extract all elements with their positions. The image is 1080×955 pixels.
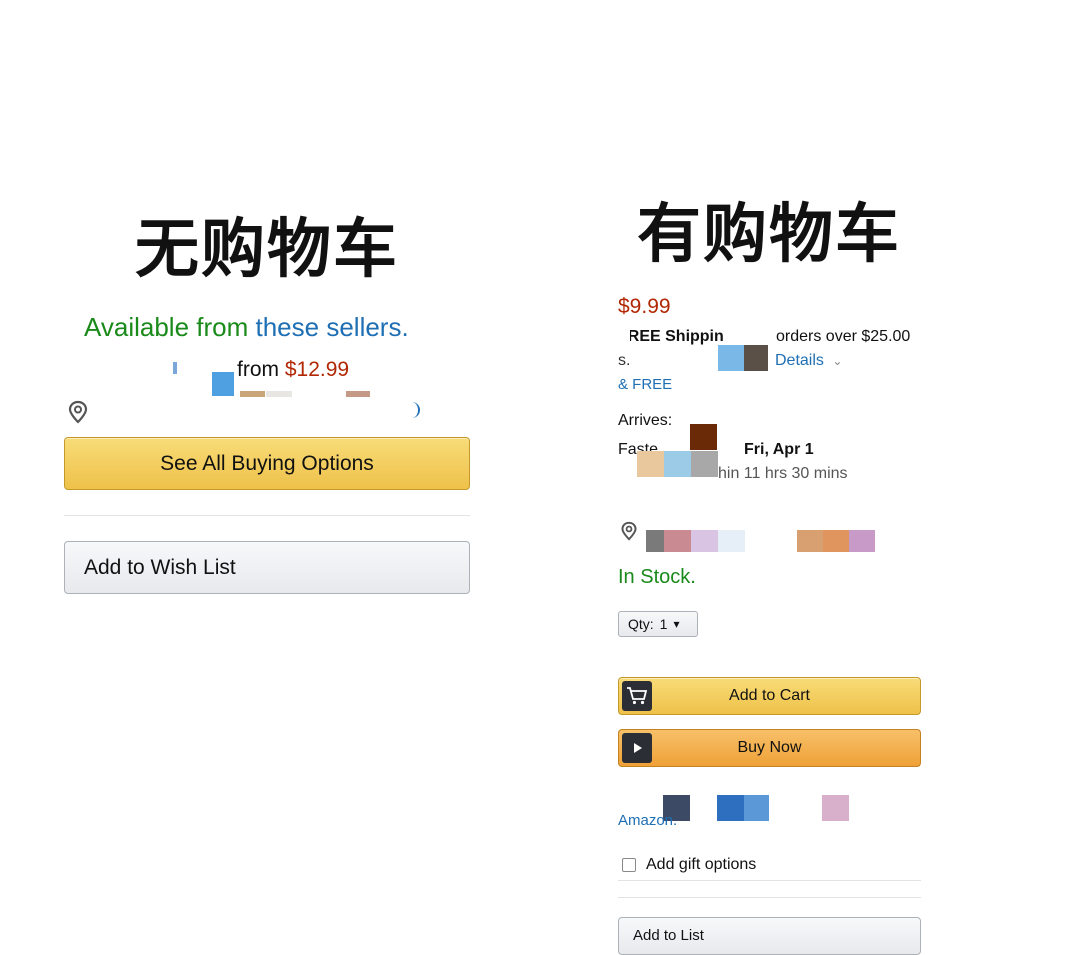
redacted-block [690, 424, 717, 450]
redacted-block [822, 795, 849, 821]
arrives-line: Arrives: [618, 412, 672, 430]
fastest-date: Fri, Apr 1 [744, 441, 814, 458]
play-icon [622, 733, 652, 763]
buy-now-button[interactable]: Buy Now [618, 729, 921, 767]
stock-status: In Stock. [618, 566, 696, 588]
see-all-buying-options-label: See All Buying Options [160, 451, 374, 475]
free-line: & FREE [618, 376, 672, 393]
redacted-block [664, 451, 691, 477]
details-link[interactable]: Details ⌄ [775, 352, 842, 370]
product-price: $9.99 [618, 295, 671, 318]
redacted-strip [266, 391, 292, 397]
redacted-block [823, 530, 849, 552]
add-to-list-label: Add to List [633, 927, 704, 944]
location-pin-icon[interactable] [67, 400, 89, 424]
redacted-block [744, 795, 769, 821]
redacted-mark [618, 330, 630, 344]
redacted-block [744, 345, 768, 371]
redacted-strip [346, 391, 370, 397]
redacted-block [797, 530, 823, 552]
shipping-line: FREE Shippin orders over $25.00 [618, 328, 918, 346]
redacted-block [637, 451, 664, 477]
add-to-wish-list-label: Add to Wish List [84, 555, 236, 579]
chevron-down-icon: ⌄ [832, 354, 843, 368]
gift-options-row[interactable]: Add gift options [622, 856, 756, 874]
redacted-block [849, 530, 875, 552]
redacted-block [718, 345, 746, 371]
free-shipping-text: FREE Shippin [618, 328, 724, 345]
free-amp-label: & FREE [618, 376, 673, 393]
availability-text: Available from these sellers. [84, 312, 409, 343]
redacted-block [718, 530, 745, 552]
arrives-label: Arrives: [618, 412, 673, 429]
redacted-block [664, 530, 691, 552]
from-label: from [237, 358, 285, 381]
redacted-mark [173, 362, 177, 374]
delivery-fragment: s. [618, 352, 631, 369]
shipping-threshold: orders over $25.00 [776, 328, 911, 345]
add-to-list-button[interactable]: Add to List [618, 917, 921, 955]
left-heading: 无购物车 [135, 212, 399, 287]
gift-options-label: Add gift options [646, 856, 757, 873]
location-pin-icon[interactable] [620, 521, 638, 541]
location-redacted-tail [410, 402, 420, 418]
quantity-select[interactable]: Qty: 1 ▾ [618, 611, 698, 637]
redacted-block [212, 372, 234, 396]
chevron-down-icon: ▾ [673, 617, 680, 631]
add-to-cart-label: Add to Cart [729, 687, 810, 704]
countdown-text: hin 11 hrs 30 mins [718, 465, 848, 482]
buy-now-label: Buy Now [737, 739, 802, 756]
details-label: Details [775, 352, 824, 369]
redacted-block [717, 795, 744, 821]
from-price: $12.99 [284, 358, 350, 381]
redacted-block [646, 530, 664, 552]
sold-by-amazon-link[interactable]: Amazon. [618, 812, 677, 829]
qty-label: Qty: [628, 616, 654, 632]
redacted-block [691, 530, 718, 552]
right-heading: 有购物车 [637, 197, 901, 272]
availability-prefix: Available from [84, 312, 256, 342]
divider [618, 897, 921, 898]
cart-icon [622, 681, 652, 711]
add-to-wish-list-button[interactable]: Add to Wish List [64, 541, 470, 594]
from-price-line: from $12.99 [237, 358, 349, 382]
qty-value: 1 [659, 616, 668, 632]
redacted-block [691, 451, 718, 477]
divider [64, 515, 470, 516]
see-all-buying-options-button[interactable]: See All Buying Options [64, 437, 470, 490]
checkbox-icon[interactable] [622, 858, 636, 872]
redacted-strip [240, 391, 265, 397]
add-to-cart-button[interactable]: Add to Cart [618, 677, 921, 715]
these-sellers-link[interactable]: these sellers. [256, 312, 409, 342]
divider [618, 880, 921, 881]
